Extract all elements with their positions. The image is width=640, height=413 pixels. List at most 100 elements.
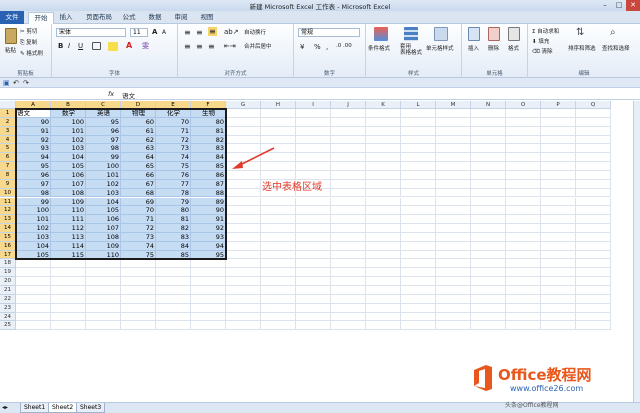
table-cell[interactable] [191,294,226,304]
table-cell[interactable] [541,232,576,242]
row-header[interactable]: 15 [0,232,16,242]
table-cell[interactable] [471,153,506,163]
table-cell[interactable] [296,303,331,313]
table-cell[interactable] [156,277,191,286]
table-cell[interactable] [436,135,471,145]
row-header[interactable]: 2 [0,117,16,127]
table-cell[interactable] [576,162,611,171]
table-cell[interactable] [226,197,261,207]
table-cell[interactable] [541,162,576,171]
table-cell[interactable] [541,153,576,163]
table-cell[interactable] [16,286,51,295]
table-cell[interactable] [541,109,576,118]
table-cell[interactable] [51,277,86,286]
table-cell[interactable] [471,294,506,304]
table-format-label[interactable]: 套用 表格格式 [400,44,422,56]
table-cell[interactable] [471,162,506,171]
table-cell[interactable]: 71 [121,215,156,225]
table-cell[interactable] [51,294,86,304]
table-cell[interactable] [296,224,331,233]
table-cell[interactable] [471,250,506,260]
table-cell[interactable] [436,224,471,233]
table-cell[interactable]: 60 [121,117,156,127]
table-cell[interactable] [506,179,541,189]
table-cell[interactable]: 82 [156,224,191,233]
table-cell[interactable] [471,303,506,313]
table-cell[interactable] [471,277,506,286]
table-cell[interactable] [541,224,576,233]
table-cell[interactable] [541,241,576,251]
table-cell[interactable] [576,126,611,136]
column-header[interactable]: B [51,101,86,109]
table-cell[interactable] [576,197,611,207]
table-cell[interactable] [331,303,366,313]
wrap-text-button[interactable]: 自动换行 [244,28,266,36]
column-header[interactable]: I [296,101,331,109]
table-cell[interactable] [506,144,541,154]
table-cell[interactable] [436,294,471,304]
paste-icon[interactable] [5,28,17,44]
table-cell[interactable] [506,241,541,251]
table-cell[interactable]: 96 [86,126,121,136]
column-header[interactable]: A [16,101,51,109]
row-header[interactable]: 9 [0,179,16,189]
table-cell[interactable] [576,135,611,145]
table-cell[interactable] [541,144,576,154]
table-cell[interactable] [401,286,436,295]
insert-cells-icon[interactable] [468,27,480,41]
table-cell[interactable]: 73 [121,232,156,242]
column-header[interactable]: G [226,101,261,109]
table-cell[interactable] [471,135,506,145]
table-cell[interactable] [366,250,401,260]
table-cell[interactable] [261,206,296,216]
table-cell[interactable]: 67 [121,179,156,189]
table-cell[interactable]: 104 [86,197,121,207]
undo-icon[interactable]: ↶ [13,79,19,87]
select-all-corner[interactable] [0,101,16,109]
table-cell[interactable] [506,126,541,136]
table-cell[interactable] [506,250,541,260]
table-cell[interactable] [261,250,296,260]
table-cell[interactable] [366,188,401,198]
table-cell[interactable] [366,135,401,145]
table-cell[interactable] [506,162,541,171]
table-cell[interactable] [226,135,261,145]
row-header[interactable]: 8 [0,170,16,180]
italic-button[interactable]: I [68,42,70,50]
delete-cells-label[interactable]: 删除 [488,44,499,52]
table-cell[interactable] [331,321,366,331]
table-cell[interactable] [506,303,541,313]
table-cell[interactable] [471,241,506,251]
table-cell[interactable] [471,215,506,225]
align-left-icon[interactable]: ≡ [184,42,191,51]
table-cell[interactable] [296,144,331,154]
table-cell[interactable] [366,206,401,216]
table-cell[interactable] [156,294,191,304]
align-right-icon[interactable]: ≡ [208,42,215,51]
table-cell[interactable]: 110 [51,206,86,216]
table-cell[interactable]: 100 [16,206,51,216]
table-cell[interactable] [576,170,611,180]
table-cell[interactable]: 96 [16,170,51,180]
currency-icon[interactable]: ¥ [300,43,304,51]
row-header[interactable]: 25 [0,321,16,331]
format-painter-button[interactable]: ✎ 格式刷 [20,49,43,57]
paste-label[interactable]: 粘贴 [5,46,16,54]
table-cell[interactable] [261,241,296,251]
table-cell[interactable]: 66 [121,170,156,180]
table-cell[interactable] [16,303,51,313]
table-cell[interactable] [261,277,296,286]
table-cell[interactable]: 80 [191,117,226,127]
table-cell[interactable] [261,117,296,127]
table-cell[interactable] [51,259,86,269]
table-cell[interactable] [261,109,296,118]
table-cell[interactable] [541,268,576,278]
table-cell[interactable] [331,259,366,269]
table-cell[interactable]: 114 [51,241,86,251]
table-cell[interactable] [541,179,576,189]
align-middle-icon[interactable]: ≡ [196,28,203,37]
table-cell[interactable] [541,117,576,127]
formula-input[interactable]: 语文 [122,90,135,100]
table-cell[interactable] [226,277,261,286]
table-cell[interactable] [541,206,576,216]
